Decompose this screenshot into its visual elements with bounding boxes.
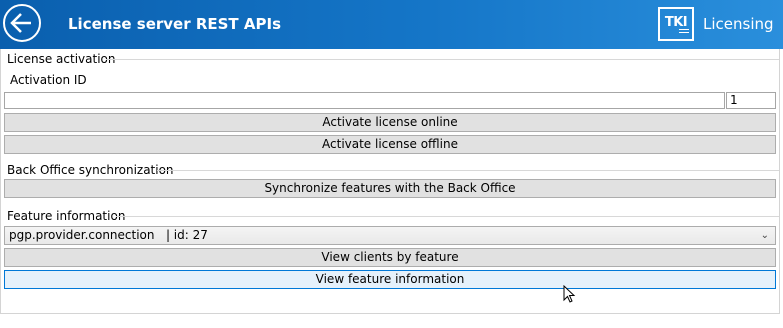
feature-select-value: pgp.provider.connection | id: 27 <box>9 228 208 242</box>
chevron-down-icon: ⌄ <box>760 230 769 241</box>
view-clients-button[interactable]: View clients by feature <box>4 248 776 267</box>
app-header: License server REST APIs TKI Licensing <box>0 0 783 49</box>
group-divider <box>116 216 779 217</box>
activation-id-input[interactable] <box>4 92 725 109</box>
back-arrow-icon <box>10 13 31 33</box>
group-label-license-activation: License activation <box>7 52 116 66</box>
view-feature-info-button[interactable]: View feature information <box>4 270 776 289</box>
sync-back-office-button[interactable]: Synchronize features with the Back Offic… <box>4 179 776 198</box>
activation-id-label: Activation ID <box>10 73 87 87</box>
logo-lines <box>679 27 689 36</box>
company-logo: TKI <box>658 7 694 41</box>
group-label-feature-information: Feature information <box>7 209 126 223</box>
back-button[interactable] <box>3 4 41 42</box>
activate-online-button[interactable]: Activate license online <box>4 113 776 132</box>
page-title: License server REST APIs <box>68 15 282 33</box>
group-divider <box>157 170 779 171</box>
brand-name: Licensing <box>703 15 774 33</box>
group-divider <box>106 59 779 60</box>
mouse-pointer-icon <box>563 285 576 303</box>
activate-offline-button[interactable]: Activate license offline <box>4 135 776 154</box>
group-label-back-office: Back Office synchronization <box>7 163 174 177</box>
activation-count-input[interactable]: 1 <box>726 92 776 109</box>
feature-select[interactable]: pgp.provider.connection | id: 27 ⌄ <box>4 226 776 245</box>
